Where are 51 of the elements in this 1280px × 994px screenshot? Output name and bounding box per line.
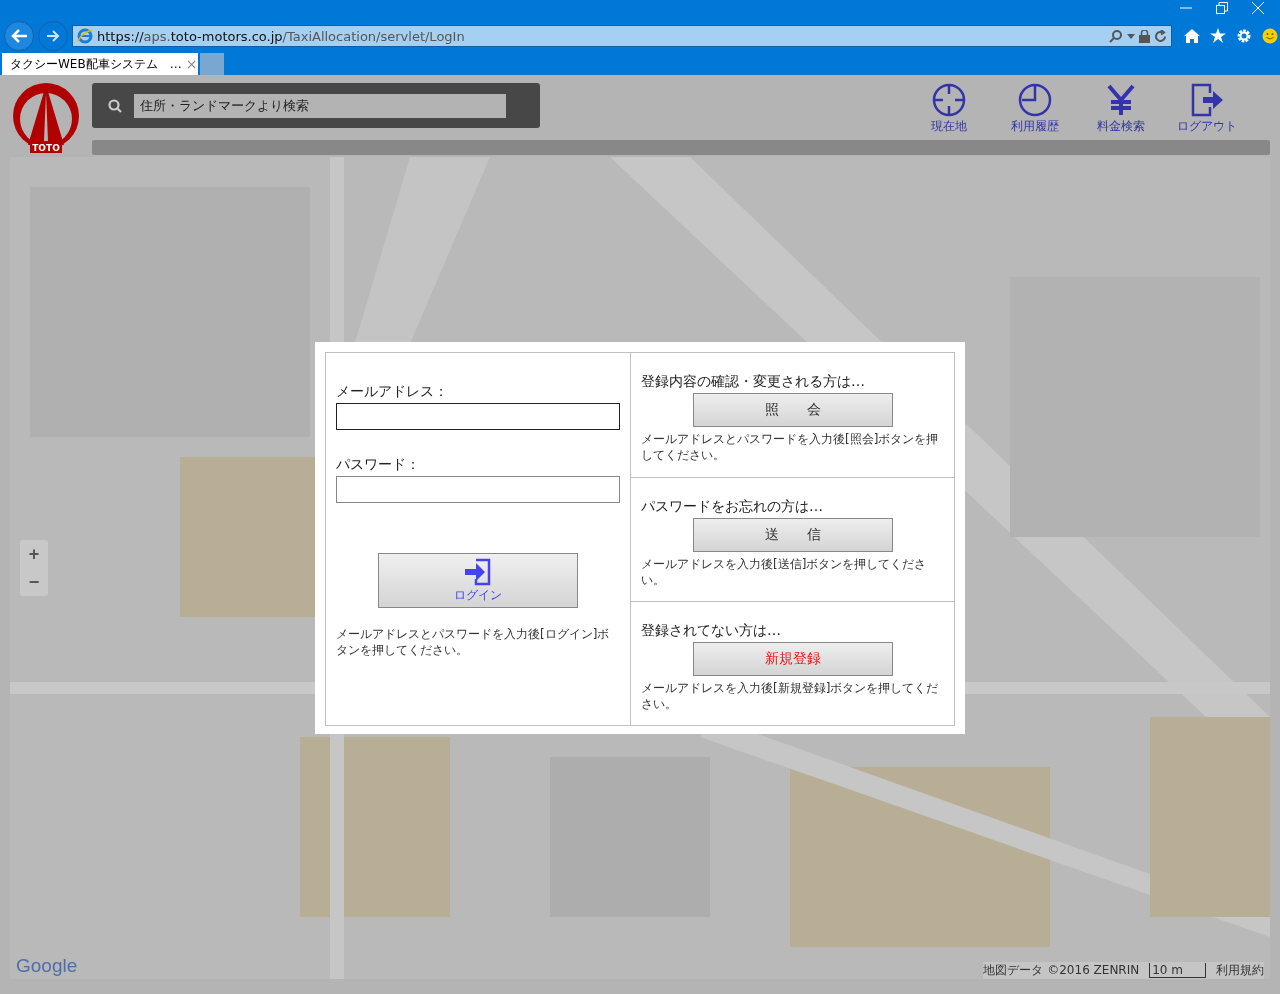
settings-icon[interactable] [1236,28,1252,44]
clock-icon [1018,83,1052,117]
map-attribution: 地図データ ©2016 ZENRIN [983,962,1140,979]
login-button[interactable]: ログイン [378,553,578,608]
crosshair-icon [932,83,966,117]
browser-tab[interactable]: タクシーWEB配車システム … × [2,53,198,75]
section-title: 登録内容の確認・変更される方は… [641,373,866,391]
nav-button[interactable]: 利用履歴 [1002,83,1068,135]
caret-icon[interactable] [1127,33,1135,39]
search-icon[interactable] [1109,29,1123,43]
action-button[interactable]: 新規登録 [692,642,893,676]
section-title: パスワードをお忘れの方は… [641,498,824,516]
search-icon [108,98,122,113]
nav-button[interactable]: ログアウト [1174,83,1240,135]
email-label: メールアドレス： [336,383,449,401]
logo-text: TOTO [30,143,62,153]
tab-close-button[interactable]: × [185,56,198,72]
url-text: https://aps.toto-motors.co.jp/TaxiAllocation/servlet/LogIn [97,28,466,44]
map-scale: 10 m [1149,963,1206,978]
logout-icon [1190,83,1224,117]
login-icon [464,557,492,586]
home-icon[interactable] [1184,28,1200,44]
browser-icon [77,28,93,44]
section-note: メールアドレスとパスワードを入力後[照会]ボタンを押してください。 [641,431,940,463]
map-logo: Google [16,955,78,977]
login-note: メールアドレスとパスワードを入力後[ログイン]ボタンを押してください。 [336,626,611,658]
password-label: パスワード： [336,456,421,474]
password-field[interactable] [336,476,620,503]
star-icon[interactable] [1210,28,1226,44]
terms-link[interactable]: 利用規約 [1216,962,1264,979]
nav-button[interactable]: 現在地 [916,83,982,135]
tab-title: タクシーWEB配車システム … [10,55,182,73]
close-icon[interactable] [1252,2,1264,14]
action-button[interactable]: 送 信 [692,518,893,552]
email-field[interactable] [336,403,620,430]
restore-icon[interactable] [1216,2,1228,14]
nav-button[interactable]: 料金検索 [1088,83,1154,135]
zoom-in-button[interactable]: + [20,540,48,568]
section-title: 登録されてない方は… [641,622,782,640]
back-arrow-icon [10,28,28,44]
action-button[interactable]: 照 会 [692,393,893,427]
lock-icon [1139,29,1150,43]
section-note: メールアドレスを入力後[送信]ボタンを押してください。 [641,556,928,588]
search-field[interactable]: 住所・ランドマークより検索 [134,93,506,118]
section-note: メールアドレスを入力後[新規登録]ボタンを押してください。 [641,680,940,712]
forward-arrow-icon [46,30,60,42]
refresh-icon[interactable] [1154,29,1167,43]
address-bar[interactable]: https://aps.toto-motors.co.jp/TaxiAllocation/servlet/LogIn [72,25,1172,47]
back-button[interactable] [4,21,34,51]
smiley-icon[interactable] [1262,28,1278,44]
zoom-out-button[interactable]: − [20,568,48,596]
